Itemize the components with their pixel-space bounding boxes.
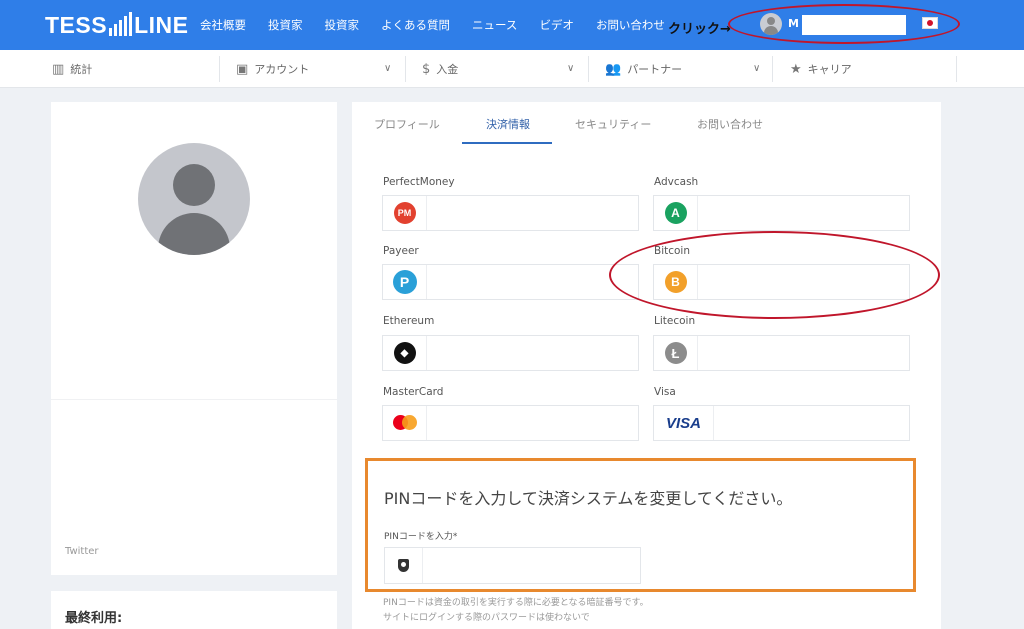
advcash-icon: A xyxy=(664,202,687,224)
pin-section: PINコードを入力して決済システムを変更してください。 PINコードを入力* xyxy=(365,458,916,592)
tab-contact[interactable]: お問い合わせ xyxy=(697,116,763,132)
litecoin-label: Litecoin xyxy=(654,315,696,327)
logo-bars-icon xyxy=(109,12,133,36)
annotation-circle-bitcoin xyxy=(609,231,940,319)
nav-item-news[interactable]: ニュース xyxy=(472,17,517,33)
subnav-career-label: キャリア xyxy=(807,63,852,76)
visa-input[interactable]: VISA xyxy=(653,405,910,441)
pin-help-text: PINコードは資金の取引を実行する際に必要となる暗証番号です。サイトにログインす… xyxy=(383,598,649,623)
divider xyxy=(772,56,773,82)
advcash-input[interactable]: A xyxy=(653,195,910,231)
litecoin-input[interactable]: Ł xyxy=(653,335,910,371)
nav-item-investors[interactable]: 投資家 xyxy=(268,17,303,33)
chevron-down-icon: ∨ xyxy=(753,63,761,74)
ethereum-icon: ◆ xyxy=(393,342,416,364)
subnav-partner[interactable]: 👥 パートナー ∨ xyxy=(605,50,765,88)
shield-icon xyxy=(398,559,409,572)
subnav-deposit-label: 入金 xyxy=(436,63,459,76)
last-used-label: 最終利用: xyxy=(65,611,123,626)
perfectmoney-input[interactable]: PM xyxy=(382,195,639,231)
dollar-icon: $ xyxy=(422,61,431,77)
subnav-stats-label: 統計 xyxy=(70,63,93,76)
chevron-down-icon: ∨ xyxy=(567,63,575,74)
top-navbar: TESS LINE 会社概要 投資家 投資家 よくある質問 ニュース ビデオ お… xyxy=(0,0,1024,50)
subnav-stats[interactable]: ▥ 統計 xyxy=(52,50,92,88)
visa-label: Visa xyxy=(654,386,676,398)
profile-card: Twitter xyxy=(51,102,337,575)
mastercard-label: MasterCard xyxy=(383,386,444,398)
subnav-deposit[interactable]: $ 入金 ∨ xyxy=(422,50,580,88)
divider xyxy=(405,56,406,82)
perfectmoney-icon: PM xyxy=(393,202,416,224)
people-icon: 👥 xyxy=(605,61,622,77)
tab-security[interactable]: セキュリティー xyxy=(575,116,651,132)
divider xyxy=(51,399,337,400)
bar-chart-icon: ▥ xyxy=(52,61,65,77)
litecoin-icon: Ł xyxy=(664,342,687,364)
divider xyxy=(219,56,220,82)
active-tab-indicator xyxy=(462,142,552,144)
pin-title: PINコードを入力して決済システムを変更してください。 xyxy=(384,489,793,508)
ethereum-label: Ethereum xyxy=(383,315,435,327)
star-icon: ★ xyxy=(790,61,802,77)
nav-item-investors-2[interactable]: 投資家 xyxy=(325,17,360,33)
twitter-label[interactable]: Twitter xyxy=(65,546,99,557)
pin-label: PINコードを入力* xyxy=(384,532,458,542)
payeer-label: Payeer xyxy=(383,245,419,257)
mastercard-input[interactable] xyxy=(382,405,639,441)
perfectmoney-label: PerfectMoney xyxy=(383,176,455,188)
logo-text-right: LINE xyxy=(134,12,189,38)
logo[interactable]: TESS LINE xyxy=(45,12,188,39)
payeer-input[interactable]: P xyxy=(382,264,639,300)
tab-profile[interactable]: プロフィール xyxy=(374,116,440,132)
chevron-down-icon: ∨ xyxy=(384,63,392,74)
main-menu: 会社概要 投資家 投資家 よくある質問 ニュース ビデオ お問い合わせ xyxy=(200,17,687,33)
divider xyxy=(588,56,589,82)
profile-avatar-icon[interactable] xyxy=(138,143,250,255)
subnav-career[interactable]: ★ キャリア xyxy=(790,50,852,88)
payeer-icon: P xyxy=(392,270,417,294)
settings-tabs: プロフィール 決済情報 セキュリティー お問い合わせ xyxy=(352,102,941,144)
logo-text-left: TESS xyxy=(45,12,108,38)
pin-input[interactable] xyxy=(384,547,641,584)
click-annotation: クリック→ xyxy=(668,22,731,37)
nav-item-contact[interactable]: お問い合わせ xyxy=(596,17,665,33)
subnav-account[interactable]: ▣ アカウント ∨ xyxy=(236,50,396,88)
mastercard-icon xyxy=(391,414,419,432)
subnav-account-label: アカウント xyxy=(254,63,310,76)
advcash-label: Advcash xyxy=(654,176,699,188)
last-used-card: 最終利用: xyxy=(51,591,337,629)
annotation-circle-user xyxy=(728,4,960,44)
ethereum-input[interactable]: ◆ xyxy=(382,335,639,371)
nav-item-company[interactable]: 会社概要 xyxy=(200,17,246,33)
divider xyxy=(956,56,957,82)
tab-payment[interactable]: 決済情報 xyxy=(486,116,530,132)
nav-item-video[interactable]: ビデオ xyxy=(539,17,574,33)
sub-navbar: ▥ 統計 ▣ アカウント ∨ $ 入金 ∨ 👥 パートナー ∨ ★ キャリア xyxy=(0,50,1024,88)
visa-icon: VISA xyxy=(665,414,701,432)
subnav-partner-label: パートナー xyxy=(627,63,683,76)
nav-item-faq[interactable]: よくある質問 xyxy=(381,17,450,33)
account-icon: ▣ xyxy=(236,61,249,77)
